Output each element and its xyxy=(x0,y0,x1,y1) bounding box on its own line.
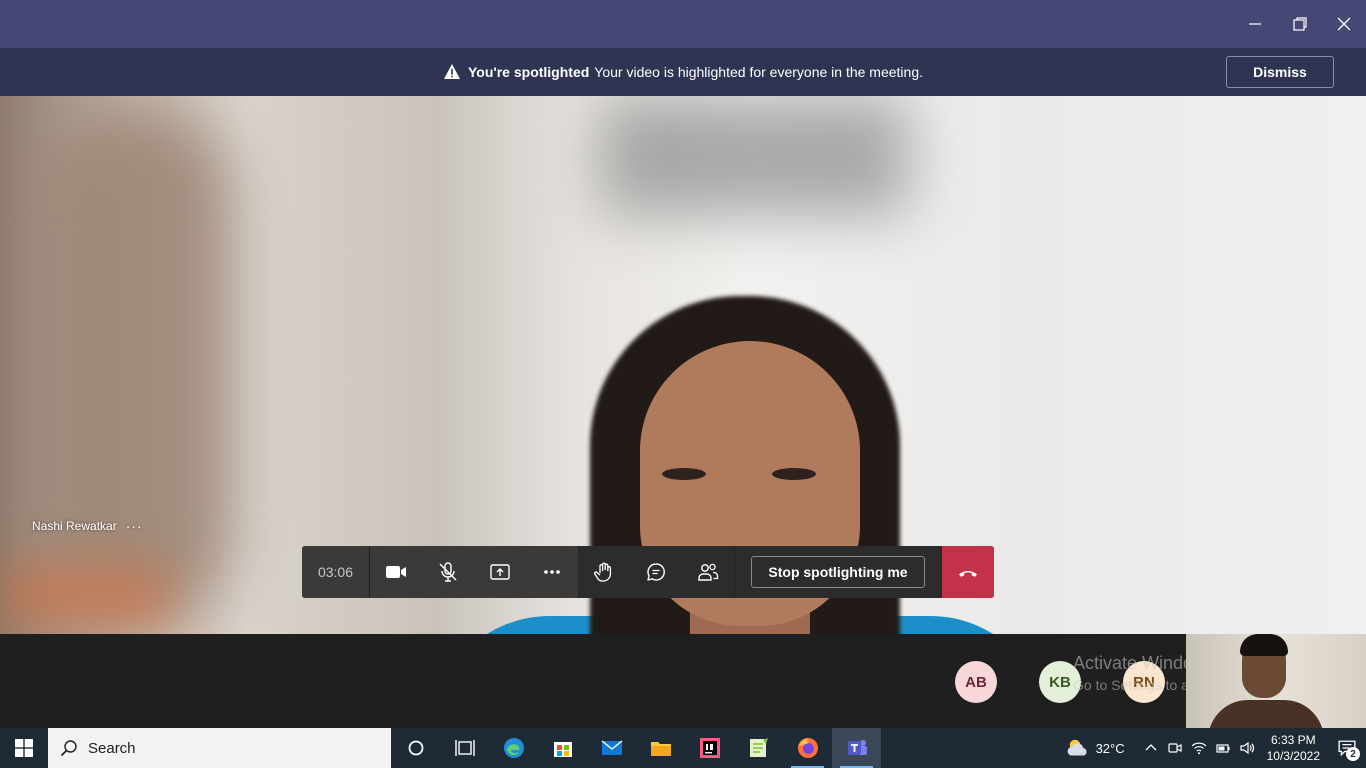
close-button[interactable] xyxy=(1321,0,1366,48)
camera-icon xyxy=(386,566,406,578)
task-view-button[interactable] xyxy=(440,728,489,768)
restore-icon xyxy=(1293,17,1307,31)
volume-button[interactable] xyxy=(1235,728,1259,768)
mail-button[interactable] xyxy=(587,728,636,768)
share-screen-button[interactable] xyxy=(474,546,526,598)
self-video-preview[interactable] xyxy=(1186,634,1366,728)
toolbar-separator xyxy=(734,546,735,598)
self-video-hair xyxy=(1240,634,1288,656)
camera-button[interactable] xyxy=(370,546,422,598)
notifications-button[interactable]: 2 xyxy=(1328,728,1366,768)
hang-up-icon xyxy=(959,571,977,577)
firefox-button[interactable] xyxy=(783,728,832,768)
edge-button[interactable] xyxy=(489,728,538,768)
edge-icon xyxy=(503,738,524,758)
share-screen-icon xyxy=(490,564,510,580)
raise-hand-icon xyxy=(594,562,612,582)
battery-icon xyxy=(1216,744,1230,753)
windows-taskbar: Search 32°C 6:33 PM 10/3/2022 2 xyxy=(0,728,1366,768)
file-explorer-button[interactable] xyxy=(636,728,685,768)
weather-widget[interactable]: 32°C xyxy=(1062,728,1129,768)
file-explorer-icon xyxy=(650,742,671,756)
avatar-initials: AB xyxy=(965,673,987,691)
chat-icon xyxy=(647,563,665,581)
chat-button[interactable] xyxy=(630,546,682,598)
chevron-up-icon xyxy=(1145,744,1157,751)
teams-meeting-window: You're spotlighted Your video is highlig… xyxy=(0,0,1366,768)
mic-button[interactable] xyxy=(422,546,474,598)
self-video-body xyxy=(1208,700,1324,728)
minimize-icon xyxy=(1249,23,1261,25)
weather-icon xyxy=(1067,739,1087,756)
banner-title: You're spotlighted xyxy=(468,64,590,80)
windows-icon xyxy=(15,739,33,757)
title-bar xyxy=(0,0,1366,48)
call-timer: 03:06 xyxy=(302,546,370,598)
meeting-controls xyxy=(578,546,734,598)
show-hidden-icons-button[interactable] xyxy=(1139,728,1163,768)
teams-icon xyxy=(847,740,867,755)
taskbar-clock[interactable]: 6:33 PM 10/3/2022 xyxy=(1259,732,1328,764)
participants-button[interactable] xyxy=(682,546,734,598)
participant-video-eye xyxy=(662,468,706,480)
background-blur xyxy=(0,566,170,626)
raise-hand-button[interactable] xyxy=(578,546,630,598)
hang-up-button[interactable] xyxy=(942,546,994,598)
search-placeholder: Search xyxy=(88,739,136,757)
participant-more-button[interactable]: ··· xyxy=(126,518,143,534)
participant-avatar[interactable]: AB xyxy=(955,661,997,703)
taskbar-search[interactable]: Search xyxy=(48,728,391,768)
mic-off-icon xyxy=(439,562,457,582)
dismiss-button[interactable]: Dismiss xyxy=(1226,56,1334,88)
spotlight-banner: You're spotlighted Your video is highlig… xyxy=(0,48,1366,96)
intellij-icon xyxy=(699,738,720,758)
system-tray: 32°C 6:33 PM 10/3/2022 2 xyxy=(1062,728,1366,768)
volume-icon xyxy=(1240,741,1254,755)
background-blur xyxy=(40,106,230,626)
participants-icon xyxy=(698,563,719,581)
cortana-button[interactable] xyxy=(391,728,440,768)
store-button[interactable] xyxy=(538,728,587,768)
notepad-plus-button[interactable] xyxy=(734,728,783,768)
participant-strip: AB KB RN Activate Windows Go to Settings… xyxy=(0,634,1366,728)
participant-video-eye xyxy=(772,468,816,480)
clock-time: 6:33 PM xyxy=(1270,733,1316,747)
battery-button[interactable] xyxy=(1211,728,1235,768)
teams-button[interactable] xyxy=(832,728,881,768)
clock-date: 10/3/2022 xyxy=(1266,749,1320,763)
call-controls: 03:06 Stop spotlighting me xyxy=(302,546,994,598)
more-icon xyxy=(544,570,560,574)
notification-count: 2 xyxy=(1346,747,1360,761)
more-actions-button[interactable] xyxy=(526,546,578,598)
avatar-initials: KB xyxy=(1049,673,1071,691)
background-blur xyxy=(600,96,910,216)
minimize-button[interactable] xyxy=(1232,0,1278,48)
camera-tray-icon xyxy=(1168,743,1182,753)
banner-message: Your video is highlighted for everyone i… xyxy=(594,64,923,80)
restore-button[interactable] xyxy=(1277,0,1323,48)
participant-name-label: Nashi Rewatkar ··· xyxy=(32,518,143,534)
participant-name: Nashi Rewatkar xyxy=(32,519,117,533)
intellij-button[interactable] xyxy=(685,728,734,768)
network-button[interactable] xyxy=(1187,728,1211,768)
close-icon xyxy=(1337,17,1351,31)
firefox-icon xyxy=(797,738,818,758)
search-icon xyxy=(60,740,77,757)
media-controls xyxy=(370,546,578,598)
task-view-icon xyxy=(454,740,475,756)
mail-icon xyxy=(601,740,622,755)
stop-spotlight-button[interactable]: Stop spotlighting me xyxy=(751,556,925,588)
cortana-icon xyxy=(408,740,423,756)
meet-now-button[interactable] xyxy=(1163,728,1187,768)
store-icon xyxy=(553,742,572,757)
weather-temp: 32°C xyxy=(1095,740,1125,756)
warning-icon xyxy=(444,64,460,79)
wifi-icon xyxy=(1191,742,1207,755)
notepad-plus-icon xyxy=(749,738,768,757)
start-button[interactable] xyxy=(0,728,48,768)
